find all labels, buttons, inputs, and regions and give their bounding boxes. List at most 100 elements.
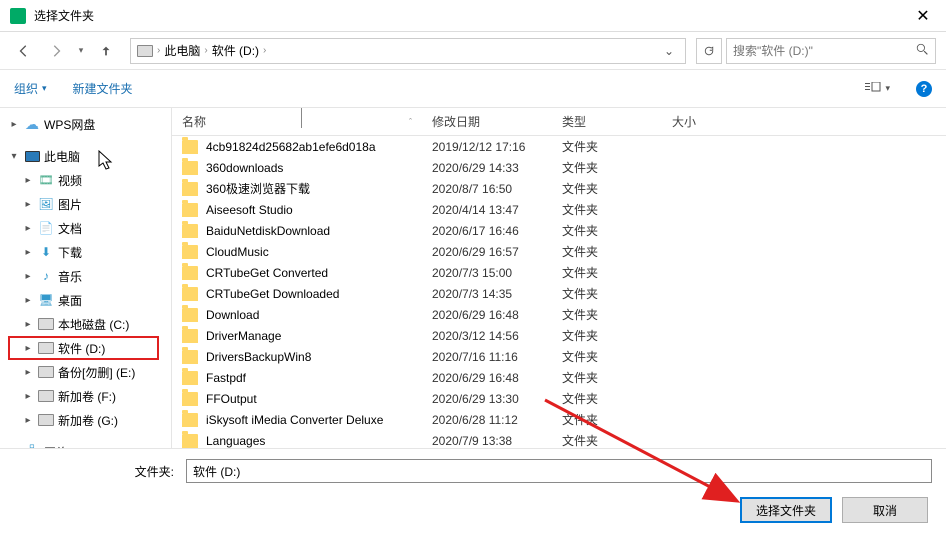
file-type: 文件夹 (562, 159, 672, 176)
file-name: CRTubeGet Downloaded (206, 287, 432, 301)
file-date: 2020/6/28 11:12 (432, 413, 562, 427)
sidebar-item-3[interactable]: ▸🖼图片 (0, 192, 171, 216)
file-name: Fastpdf (206, 371, 432, 385)
sidebar-item-2[interactable]: ▸🎞视频 (0, 168, 171, 192)
back-button[interactable] (10, 37, 38, 65)
expand-icon[interactable]: ▸ (22, 223, 34, 234)
breadcrumb-root[interactable]: 此电脑 (164, 42, 200, 59)
sidebar-item-6[interactable]: ▸♪音乐 (0, 264, 171, 288)
search-icon[interactable] (916, 43, 929, 59)
file-name: iSkysoft iMedia Converter Deluxe (206, 413, 432, 427)
expand-icon[interactable]: ▸ (22, 175, 34, 186)
cloud-icon: ☁ (24, 116, 40, 132)
cancel-button[interactable]: 取消 (842, 497, 928, 523)
expand-icon[interactable]: ▸ (8, 119, 20, 130)
file-type: 文件夹 (562, 432, 672, 448)
file-row[interactable]: Aiseesoft Studio2020/4/14 13:47文件夹 (172, 199, 946, 220)
sidebar-item-4[interactable]: ▸📄文档 (0, 216, 171, 240)
down-icon: ⬇ (38, 244, 54, 260)
sort-indicator-icon: ˆ (409, 117, 412, 127)
addressbar[interactable]: › 此电脑 › 软件 (D:) › ⌄ (130, 38, 686, 64)
help-button[interactable]: ? (916, 81, 932, 97)
file-name: FFOutput (206, 392, 432, 406)
folder-icon (182, 329, 198, 343)
file-row[interactable]: Fastpdf2020/6/29 16:48文件夹 (172, 367, 946, 388)
sidebar-label: 视频 (58, 172, 82, 189)
select-folder-button[interactable]: 选择文件夹 (740, 497, 832, 523)
expand-icon[interactable]: ▾ (8, 151, 20, 162)
expand-icon[interactable]: ▸ (22, 415, 34, 426)
sidebar-item-1[interactable]: ▾此电脑 (0, 144, 171, 168)
file-date: 2020/6/29 16:48 (432, 371, 562, 385)
expand-icon[interactable]: ▸ (22, 391, 34, 402)
drive-icon (38, 412, 54, 428)
file-name: Languages (206, 434, 432, 448)
file-type: 文件夹 (562, 264, 672, 281)
folder-icon (182, 392, 198, 406)
file-row[interactable]: 360极速浏览器下载2020/8/7 16:50文件夹 (172, 178, 946, 199)
chevron-right-icon: › (157, 45, 160, 56)
file-row[interactable]: CRTubeGet Downloaded2020/7/3 14:35文件夹 (172, 283, 946, 304)
up-button[interactable] (92, 37, 120, 65)
sidebar-item-12[interactable]: ▸新加卷 (G:) (0, 408, 171, 432)
network-icon: 🖧 (24, 444, 40, 448)
expand-icon[interactable]: ▸ (22, 367, 34, 378)
file-date: 2020/6/17 16:46 (432, 224, 562, 238)
cursor-icon (98, 150, 116, 172)
sidebar-item-0[interactable]: ▸☁WPS网盘 (0, 112, 171, 136)
col-date[interactable]: 修改日期 (432, 113, 562, 130)
recent-dropdown[interactable]: ▾ (74, 37, 88, 65)
expand-icon[interactable]: ▸ (22, 271, 34, 282)
file-row[interactable]: 4cb91824d25682ab1efe6d018a2019/12/12 17:… (172, 136, 946, 157)
file-row[interactable]: 360downloads2020/6/29 14:33文件夹 (172, 157, 946, 178)
file-date: 2020/6/29 16:48 (432, 308, 562, 322)
newfolder-button[interactable]: 新建文件夹 (73, 80, 133, 97)
column-header: 名称ˆ 修改日期 类型 大小 (172, 108, 946, 136)
expand-icon[interactable]: ▸ (22, 247, 34, 258)
doc-icon: 📄 (38, 220, 54, 236)
expand-icon[interactable]: ▸ (22, 295, 34, 306)
file-row[interactable]: CloudMusic2020/6/29 16:57文件夹 (172, 241, 946, 262)
breadcrumb-current[interactable]: 软件 (D:) (212, 42, 259, 59)
folder-input[interactable] (186, 459, 932, 483)
desktop-icon: 🖥 (38, 292, 54, 308)
toolbar: 组织▾ 新建文件夹 ▾ ? (0, 70, 946, 108)
sidebar-item-8[interactable]: ▸本地磁盘 (C:) (0, 312, 171, 336)
file-name: 360极速浏览器下载 (206, 180, 432, 197)
folder-icon (182, 371, 198, 385)
sidebar-label: 软件 (D:) (58, 340, 105, 357)
sidebar-label: 音乐 (58, 268, 82, 285)
file-row[interactable]: DriverManage2020/3/12 14:56文件夹 (172, 325, 946, 346)
file-type: 文件夹 (562, 201, 672, 218)
file-name: DriverManage (206, 329, 432, 343)
sidebar-item-10[interactable]: ▸备份[勿删] (E:) (0, 360, 171, 384)
expand-icon[interactable]: ▸ (8, 447, 20, 449)
refresh-button[interactable] (696, 38, 722, 64)
file-row[interactable]: FFOutput2020/6/29 13:30文件夹 (172, 388, 946, 409)
col-size[interactable]: 大小 (672, 113, 752, 130)
sidebar-item-13[interactable]: ▸🖧网络 (0, 440, 171, 448)
file-row[interactable]: BaiduNetdiskDownload2020/6/17 16:46文件夹 (172, 220, 946, 241)
file-row[interactable]: CRTubeGet Converted2020/7/3 15:00文件夹 (172, 262, 946, 283)
view-button[interactable]: ▾ (865, 82, 890, 96)
search-box[interactable] (726, 38, 936, 64)
close-button[interactable]: ✕ (900, 0, 946, 32)
file-row[interactable]: Languages2020/7/9 13:38文件夹 (172, 430, 946, 448)
col-name[interactable]: 名称ˆ (182, 113, 432, 130)
sidebar-item-11[interactable]: ▸新加卷 (F:) (0, 384, 171, 408)
file-row[interactable]: iSkysoft iMedia Converter Deluxe2020/6/2… (172, 409, 946, 430)
search-input[interactable] (733, 44, 916, 58)
file-row[interactable]: Download2020/6/29 16:48文件夹 (172, 304, 946, 325)
sidebar-item-7[interactable]: ▸🖥桌面 (0, 288, 171, 312)
expand-icon[interactable]: ▸ (22, 319, 34, 330)
file-name: 360downloads (206, 161, 432, 175)
file-row[interactable]: DriversBackupWin82020/7/16 11:16文件夹 (172, 346, 946, 367)
sidebar-item-9[interactable]: ▸ 软件 (D:) (0, 336, 171, 360)
expand-icon[interactable]: ▸ (22, 199, 34, 210)
col-type[interactable]: 类型 (562, 113, 672, 130)
forward-button[interactable] (42, 37, 70, 65)
expand-icon[interactable]: ▸ (22, 343, 34, 354)
address-dropdown[interactable]: ⌄ (659, 44, 679, 58)
sidebar-item-5[interactable]: ▸⬇下载 (0, 240, 171, 264)
organize-button[interactable]: 组织▾ (14, 80, 47, 97)
